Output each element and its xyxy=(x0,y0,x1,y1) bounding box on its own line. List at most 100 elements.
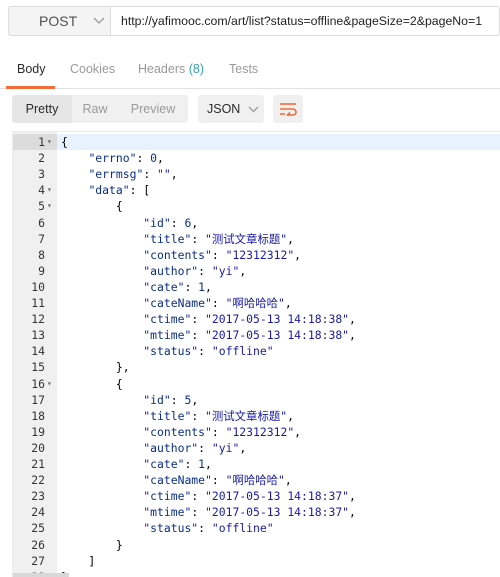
code-text: "ctime": "2017-05-13 14:18:38", xyxy=(61,311,356,327)
line-number: 21 xyxy=(31,457,45,471)
code-token: : xyxy=(211,247,226,262)
fold-arrow-icon[interactable]: ▾ xyxy=(47,134,52,150)
code-line: 3 "errmsg": "", xyxy=(13,166,500,182)
code-token: "offline" xyxy=(211,344,274,359)
fold-arrow-icon[interactable]: ▾ xyxy=(47,376,52,392)
response-body-editor[interactable]: 1 ▾{2 "errno": 0, 3 "errmsg": "", 4 ▾ "data"… xyxy=(12,131,500,577)
code-token: "data" xyxy=(88,183,130,198)
code-line: 11 "cateName": "啊哈哈哈", xyxy=(13,295,500,311)
line-number: 7 xyxy=(38,231,45,246)
wrap-lines-button[interactable] xyxy=(273,95,303,123)
code-token: , xyxy=(157,151,164,166)
code-text: "contents": "12312312", xyxy=(61,247,301,263)
code-line: 20 "author": "yi", xyxy=(13,440,500,456)
code-token: "status" xyxy=(143,344,199,359)
code-text: "errno": 0, xyxy=(61,150,164,166)
line-number: 2 xyxy=(38,151,45,166)
code-token: , xyxy=(239,440,247,455)
code-text: "title": "测试文章标题", xyxy=(61,231,294,247)
format-dropdown[interactable]: JSON xyxy=(198,95,264,123)
code-token: "author" xyxy=(143,263,199,278)
code-text: { xyxy=(61,134,68,150)
code-token: : xyxy=(191,231,206,246)
line-number: 23 xyxy=(31,489,45,504)
code-token: : xyxy=(191,408,206,423)
code-line: 15 }, xyxy=(13,359,500,375)
raw-button[interactable]: Raw xyxy=(72,95,118,123)
preview-button[interactable]: Preview xyxy=(118,95,188,123)
code-token: , xyxy=(349,328,356,343)
code-line: 25 "status": "offline" xyxy=(13,520,500,536)
code-line: 6 "id": 6, xyxy=(13,215,500,231)
line-number: 20 xyxy=(31,440,45,455)
code-line: 4 ▾ "data": [ xyxy=(13,182,500,198)
line-number: 10 xyxy=(31,279,45,294)
code-token: , xyxy=(287,231,294,246)
code-token: 1 xyxy=(198,279,206,294)
code-token: : [ xyxy=(129,183,151,198)
code-token: "contents" xyxy=(143,247,212,262)
code-token: : xyxy=(198,263,212,278)
tab-body[interactable]: Body xyxy=(17,62,46,76)
fold-arrow-icon[interactable]: ▾ xyxy=(47,198,52,214)
code-token: { xyxy=(61,199,123,214)
pretty-button[interactable]: Pretty xyxy=(12,95,72,123)
line-number: 18 xyxy=(31,408,45,423)
code-token: "offline" xyxy=(211,521,274,536)
code-line: 1 ▾ { xyxy=(13,134,500,150)
line-number: 8 xyxy=(38,247,45,262)
line-number: 14 xyxy=(31,344,45,359)
tab-tests[interactable]: Tests xyxy=(229,62,258,76)
code-token: : xyxy=(211,296,226,310)
code-text: ] xyxy=(61,553,95,569)
code-token: ] xyxy=(61,553,96,568)
fold-arrow-icon[interactable]: ▾ xyxy=(47,182,52,198)
method-dropdown[interactable]: POST xyxy=(9,7,111,35)
url-input[interactable]: http://yafimooc.com/art/list?status=offl… xyxy=(111,7,499,35)
code-text: "status": "offline" xyxy=(61,520,274,536)
tab-headers[interactable]: Headers (8) xyxy=(138,62,204,76)
code-token: "errmsg" xyxy=(88,167,144,182)
code-token: , xyxy=(284,296,292,310)
line-number: 12 xyxy=(31,312,45,327)
code-text: "errmsg": "", xyxy=(61,166,177,182)
code-token: , xyxy=(239,263,247,278)
code-token: "yi" xyxy=(211,440,240,455)
code-text: "cateName": "啊哈哈哈", xyxy=(61,472,292,488)
code-text: "id": 5, xyxy=(61,392,198,408)
code-token: : xyxy=(143,167,158,182)
line-number: 15 xyxy=(31,360,45,375)
line-number: 1 xyxy=(38,135,45,149)
line-number: 11 xyxy=(31,296,45,310)
code-text: "title": "测试文章标题", xyxy=(61,408,294,424)
code-token: , xyxy=(349,489,356,504)
code-token: "啊哈哈哈" xyxy=(225,296,285,310)
line-number: 25 xyxy=(31,521,45,536)
line-number: 6 xyxy=(38,215,45,230)
tab-cookies[interactable]: Cookies xyxy=(70,62,115,76)
code-token: , xyxy=(284,473,292,488)
chevron-down-icon xyxy=(93,17,105,24)
code-token: "测试文章标题" xyxy=(205,408,288,423)
code-text: "cate": 1, xyxy=(61,279,212,295)
line-number: 3 xyxy=(38,167,45,182)
response-tabs: Body Cookies Headers (8) Tests xyxy=(0,50,500,89)
code-token: : xyxy=(191,489,206,504)
code-token: "id" xyxy=(143,392,171,407)
code-token: "errno" xyxy=(88,151,137,166)
code-token: : xyxy=(184,279,199,294)
